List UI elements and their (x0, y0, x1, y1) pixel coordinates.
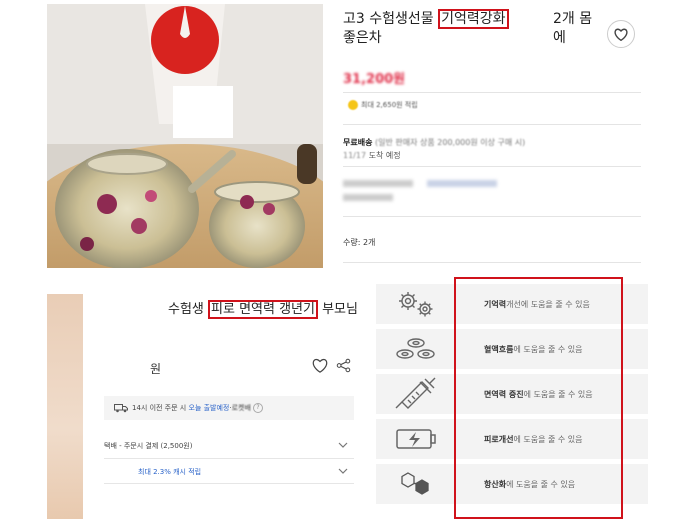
title-text: 고3 수험생선물 (343, 11, 439, 27)
blurred-seller-info (343, 180, 413, 187)
delivery-extra: 로켓배 (231, 404, 251, 412)
divider (343, 166, 641, 167)
delivery-prefix: 14시 이전 주문 시 (132, 404, 187, 412)
side-product-photo (47, 294, 83, 519)
product-photo-tea (47, 4, 323, 268)
product-info-panel-2: 수험생 피로 면역력 갱년기 부모님 원 14시 이전 주문 시 오늘 출발예정… (104, 288, 358, 520)
blood-cells-icon (396, 338, 435, 359)
title-highlight: 피로 면역력 갱년기 (208, 300, 318, 319)
benefit-icon-cell (376, 464, 456, 504)
share-icon[interactable] (336, 358, 351, 373)
benefit-icon-cell (376, 329, 456, 369)
divider (343, 216, 641, 217)
title-count: 2개 몸에 (553, 11, 593, 46)
point-badge-text: 최대 2,650원 적립 (361, 101, 418, 109)
highlight-frame (454, 277, 623, 519)
title-text: 수험생 (168, 302, 209, 317)
wishlist-button[interactable] (607, 20, 635, 48)
divider (343, 92, 641, 93)
shipping-fee-row[interactable]: 택배 - 주문시 결제 (2,500원) (104, 434, 354, 459)
truck-icon (114, 404, 128, 413)
shipping-fee-text: 택배 - 주문시 결제 (2,500원) (104, 442, 193, 450)
battery-charge-icon (396, 429, 436, 449)
shipping-info: 무료배송 (일반 판매자 상품 200,000원 이상 구매 시) (343, 137, 525, 148)
price-blurred: 31,200원 (343, 72, 406, 87)
product-info-panel: 고3 수험생선물 기억력강화 2개 몸에 좋은차 31,200원 최대 2,65… (343, 4, 643, 266)
heart-icon (614, 28, 628, 41)
shipping-detail: (일반 판매자 상품 200,000원 이상 구매 시) (375, 138, 526, 147)
heart-icon[interactable] (312, 358, 328, 373)
title-text: 부모님 (317, 302, 358, 317)
delivery-today-link[interactable]: 오늘 출발예정 (188, 403, 229, 413)
arrival-info: 11/17 도착 예정 (343, 150, 401, 161)
coin-icon (348, 100, 358, 110)
gears-icon (399, 292, 433, 317)
benefit-icon-cell (376, 284, 456, 324)
benefit-icon-cell (376, 419, 456, 459)
arrival-suffix: 도착 예정 (366, 151, 401, 160)
chevron-down-icon (338, 442, 348, 448)
divider (343, 262, 641, 263)
molecule-icon (401, 472, 429, 495)
product-title-2: 수험생 피로 면역력 갱년기 부모님 (168, 298, 358, 319)
syringe-icon (395, 377, 436, 409)
point-badge: 최대 2,650원 적립 (348, 100, 418, 110)
blurred-seller-info (343, 194, 393, 201)
arrival-date: 11/17 (343, 151, 367, 160)
divider (343, 124, 641, 125)
benefit-icon-cell (376, 374, 456, 414)
cash-reward-text: 최대 2.3% 캐시 적립 (138, 467, 202, 476)
product-title: 고3 수험생선물 기억력강화 2개 몸에 좋은차 (343, 9, 601, 48)
title-highlight: 기억력강화 (438, 9, 509, 29)
price-currency: 원 (150, 362, 162, 376)
shipping-label: 무료배송 (343, 138, 373, 147)
title-line2: 좋은차 (343, 30, 382, 46)
delivery-info-box: 14시 이전 주문 시 오늘 출발예정 · 로켓배 ? (104, 396, 354, 420)
cash-reward-row[interactable]: 최대 2.3% 캐시 적립 (104, 460, 354, 484)
quantity-text: 수량: 2개 (343, 238, 376, 247)
chevron-down-icon (338, 468, 348, 474)
help-icon[interactable]: ? (252, 403, 263, 413)
blurred-seller-link[interactable] (427, 180, 497, 187)
